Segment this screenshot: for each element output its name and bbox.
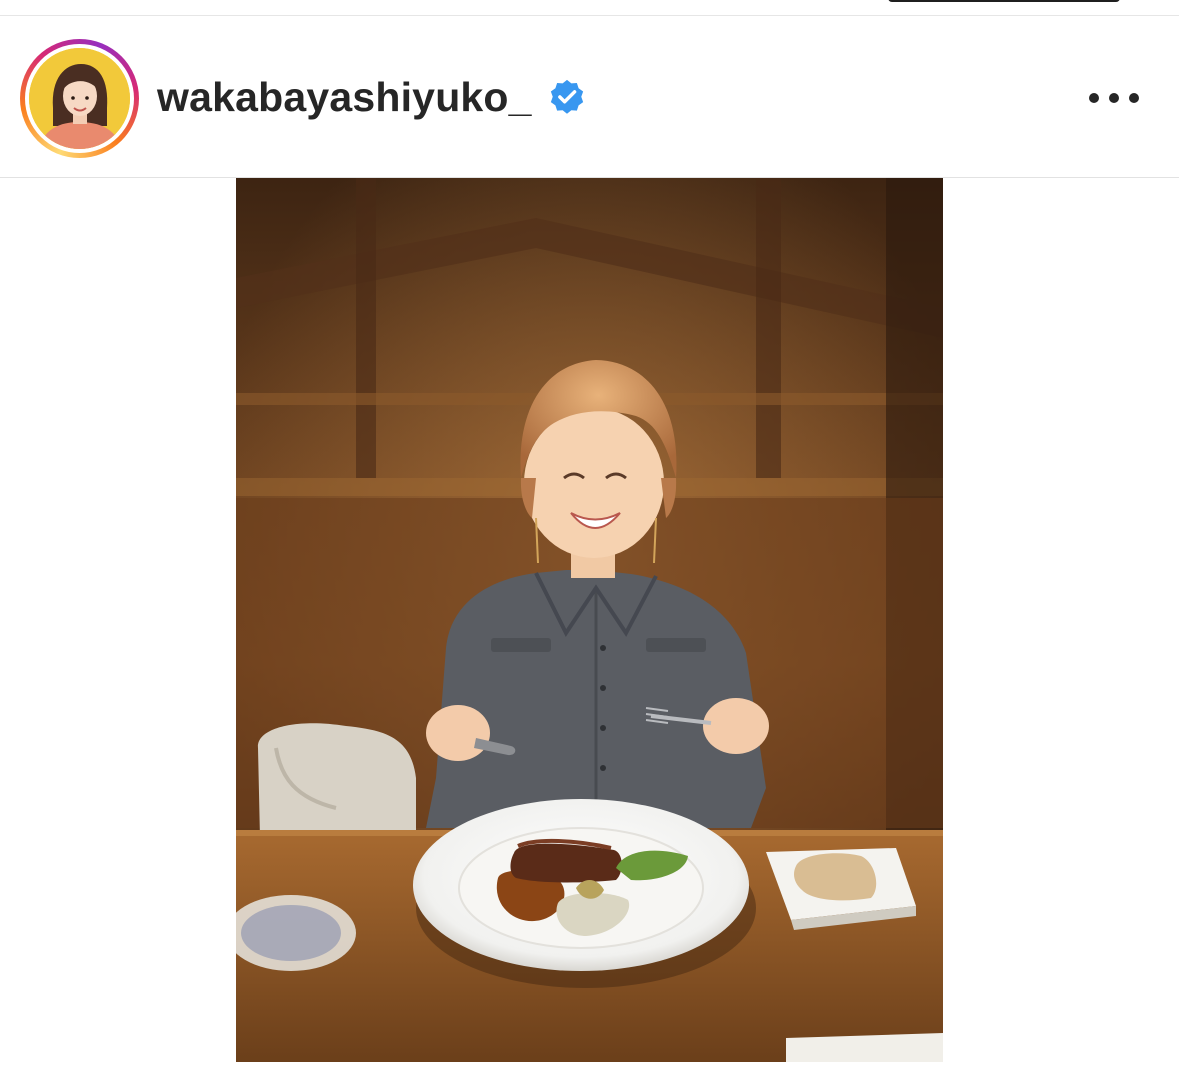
avatar-image: [29, 48, 130, 149]
avatar[interactable]: [29, 48, 130, 149]
top-bar-fragment: [888, 0, 1120, 2]
verified-badge-icon: [550, 79, 584, 114]
avatar-story-ring[interactable]: [20, 39, 139, 158]
more-horizontal-icon[interactable]: [1086, 88, 1142, 108]
post-photo[interactable]: [236, 178, 943, 1062]
instagram-post: wakabayashiyuko_: [0, 0, 1179, 1073]
post-photo-image: [236, 178, 943, 1062]
post-header: wakabayashiyuko_: [0, 16, 1179, 178]
username[interactable]: wakabayashiyuko_: [157, 74, 532, 121]
